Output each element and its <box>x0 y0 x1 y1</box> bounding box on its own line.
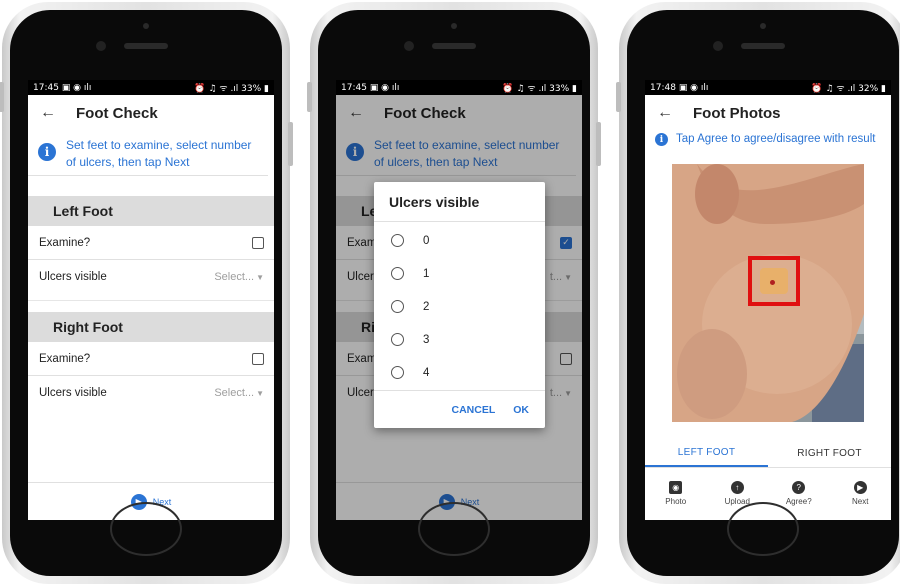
left-ulcers-select[interactable]: Select... ▼ <box>214 271 264 283</box>
photo-button[interactable]: ◉ Photo <box>645 470 707 516</box>
left-ulcers-row[interactable]: Ulcers visible Select... ▼ <box>28 260 274 294</box>
status-battery: ⏰ ♫ ᯤ .ıl 32% ▮ <box>811 84 886 94</box>
ulcers-label: Ulcers visible <box>39 387 107 399</box>
foot-tabs: LEFT FOOT RIGHT FOOT <box>645 440 891 468</box>
status-battery: ⏰ ♫ ᯤ .ıl 33% ▮ <box>502 84 577 94</box>
back-arrow-icon[interactable]: ← <box>40 104 70 122</box>
option-label: 1 <box>423 267 430 280</box>
next-label: Next <box>852 496 869 506</box>
option-4[interactable]: 4 <box>374 356 545 389</box>
help-icon: ? <box>792 480 806 494</box>
foot-photo <box>672 164 864 422</box>
app-bar: ← Foot Check <box>28 95 274 131</box>
cloud-upload-icon: ↑ <box>730 480 744 494</box>
option-3[interactable]: 3 <box>374 323 545 356</box>
option-0[interactable]: 0 <box>374 224 545 257</box>
option-label: 2 <box>423 300 430 313</box>
status-bar: 17:45 ▣ ◉ ılı ⏰ ♫ ᯤ .ıl 33% ▮ <box>336 80 582 95</box>
status-icons: ▣ ◉ ılı <box>678 82 709 93</box>
phone-1: 17:45 ▣ ◉ ılı ⏰ ♫ ᯤ .ıl 33% ▮ ← Foot Che… <box>0 2 293 584</box>
app-bar: ← Foot Photos <box>645 95 891 131</box>
status-icons: ▣ ◉ ılı <box>61 82 92 93</box>
home-button[interactable] <box>110 502 182 556</box>
option-label: 3 <box>423 333 430 346</box>
dropdown-caret-icon: ▼ <box>256 273 264 282</box>
ulcers-dialog: Ulcers visible 0 1 2 3 4 CANCEL OK <box>374 182 545 428</box>
home-button[interactable] <box>418 502 490 556</box>
status-time: 17:48 <box>650 82 676 93</box>
right-examine-checkbox[interactable] <box>252 352 264 365</box>
phone-bezel: 17:45 ▣ ◉ ılı ⏰ ♫ ᯤ .ıl 33% ▮ ← Foot Che… <box>10 10 282 576</box>
foot-photos-screen: 17:48 ▣ ◉ ılı ⏰ ♫ ᯤ .ıl 32% ▮ ← Foot Pho… <box>645 80 891 520</box>
option-1[interactable]: 1 <box>374 257 545 290</box>
info-icon: i <box>38 143 56 161</box>
dropdown-caret-icon: ▼ <box>256 389 264 398</box>
phone-3: 17:48 ▣ ◉ ılı ⏰ ♫ ᯤ .ıl 32% ▮ ← Foot Pho… <box>616 2 900 584</box>
home-button[interactable] <box>727 502 799 556</box>
radio-button[interactable] <box>391 366 404 379</box>
radio-button[interactable] <box>391 234 404 247</box>
phone-bezel: 17:45 ▣ ◉ ılı ⏰ ♫ ᯤ .ıl 33% ▮ ← Foot Che… <box>318 10 590 576</box>
page-title: Foot Photos <box>693 104 781 122</box>
examine-label: Examine? <box>39 236 91 249</box>
right-ulcers-select[interactable]: Select... ▼ <box>214 387 264 399</box>
cancel-button[interactable]: CANCEL <box>452 404 496 416</box>
left-examine-row[interactable]: Examine? <box>28 226 274 260</box>
ulcers-label: Ulcers visible <box>39 271 107 283</box>
status-battery: ⏰ ♫ ᯤ .ıl 33% ▮ <box>194 84 269 94</box>
next-arrow-icon: ▶ <box>853 480 867 494</box>
ulcer-highlight-box <box>748 256 800 306</box>
select-placeholder: Select... <box>214 387 255 399</box>
foot-check-dialog-screen: 17:45 ▣ ◉ ılı ⏰ ♫ ᯤ .ıl 33% ▮ ← Foot Che… <box>336 80 582 520</box>
option-2[interactable]: 2 <box>374 290 545 323</box>
right-ulcers-row[interactable]: Ulcers visible Select... ▼ <box>28 376 274 410</box>
dialog-title: Ulcers visible <box>374 182 545 222</box>
phone-2: 17:45 ▣ ◉ ılı ⏰ ♫ ᯤ .ıl 33% ▮ ← Foot Che… <box>307 2 601 584</box>
right-foot-header: Right Foot <box>28 312 274 342</box>
right-examine-row[interactable]: Examine? <box>28 342 274 376</box>
option-label: 0 <box>423 234 430 247</box>
info-banner: i Set feet to examine, select number of … <box>28 131 268 176</box>
info-icon: i <box>655 133 668 146</box>
dialog-actions: CANCEL OK <box>374 390 545 428</box>
info-text: Tap Agree to agree/disagree with result <box>676 133 876 145</box>
left-foot-header: Left Foot <box>28 196 274 226</box>
status-bar: 17:48 ▣ ◉ ılı ⏰ ♫ ᯤ .ıl 32% ▮ <box>645 80 891 95</box>
left-examine-checkbox[interactable] <box>252 236 264 249</box>
next-button[interactable]: ▶ Next <box>830 470 892 516</box>
select-placeholder: Select... <box>214 271 255 283</box>
status-time: 17:45 <box>341 82 367 93</box>
phone-bezel: 17:48 ▣ ◉ ılı ⏰ ♫ ᯤ .ıl 32% ▮ ← Foot Pho… <box>627 10 899 576</box>
agree-label: Agree? <box>785 496 812 506</box>
examine-label: Examine? <box>39 352 91 365</box>
photo-label: Photo <box>665 496 687 506</box>
radio-button[interactable] <box>391 333 404 346</box>
back-arrow-icon[interactable]: ← <box>657 104 687 122</box>
status-icons: ▣ ◉ ılı <box>369 82 400 93</box>
status-bar: 17:45 ▣ ◉ ılı ⏰ ♫ ᯤ .ıl 33% ▮ <box>28 80 274 95</box>
status-time: 17:45 <box>33 82 59 93</box>
foot-check-screen: 17:45 ▣ ◉ ılı ⏰ ♫ ᯤ .ıl 33% ▮ ← Foot Che… <box>28 80 274 520</box>
option-label: 4 <box>423 366 430 379</box>
radio-button[interactable] <box>391 267 404 280</box>
page-title: Foot Check <box>76 104 158 122</box>
radio-button[interactable] <box>391 300 404 313</box>
camera-icon: ◉ <box>669 480 683 494</box>
info-text: Set feet to examine, select number of ul… <box>66 138 252 169</box>
ok-button[interactable]: OK <box>513 404 529 416</box>
tab-left-foot[interactable]: LEFT FOOT <box>645 440 768 467</box>
tab-right-foot[interactable]: RIGHT FOOT <box>768 440 891 467</box>
info-banner: i Tap Agree to agree/disagree with resul… <box>645 131 885 152</box>
